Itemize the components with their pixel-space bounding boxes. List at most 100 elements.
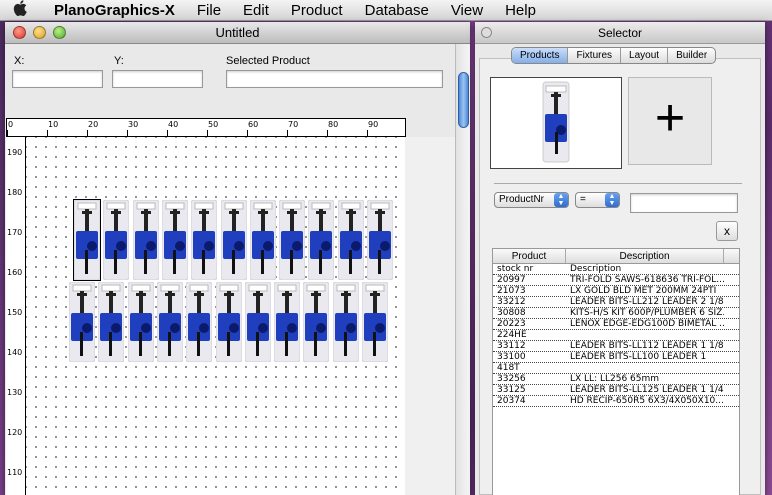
filter-operator-value: = bbox=[580, 194, 586, 205]
table-row[interactable]: 21073 LX GOLD BLD MET 200MM 24PTI bbox=[493, 286, 739, 297]
table-row[interactable]: 33112 LEADER BITS-LL112 LEADER 1 1/8... bbox=[493, 341, 739, 352]
table-row[interactable]: 33212 LEADER BITS-LL212 LEADER 2 1/8... bbox=[493, 297, 739, 308]
cell-description: LENOX EDGE-EDG100D BIMETAL ... bbox=[570, 319, 724, 329]
planogram-product[interactable] bbox=[220, 199, 247, 281]
planogram-product[interactable] bbox=[273, 281, 301, 363]
menu-app-name[interactable]: PlanoGraphics-X bbox=[40, 2, 186, 19]
x-label: X: bbox=[14, 55, 25, 67]
apple-logo-icon[interactable] bbox=[0, 0, 40, 21]
table-row[interactable]: 33125 LEADER BITS-LL125 LEADER 1 1/4... bbox=[493, 385, 739, 396]
menu-help[interactable]: Help bbox=[494, 2, 547, 19]
ruler-top: 0 10 20 30 40 50 60 70 80 90 bbox=[6, 118, 406, 137]
close-window-button[interactable] bbox=[13, 26, 26, 39]
selector-close-button[interactable] bbox=[481, 27, 492, 38]
planogram-product[interactable] bbox=[127, 281, 155, 363]
tab-builder[interactable]: Builder bbox=[668, 48, 715, 63]
table-row[interactable]: 20223 LENOX EDGE-EDG100D BIMETAL ... bbox=[493, 319, 739, 330]
planogram-product[interactable] bbox=[249, 199, 277, 281]
selector-tabs: Products Fixtures Layout Builder bbox=[511, 47, 717, 64]
cell-product: 33125 bbox=[497, 385, 526, 395]
planogram-product[interactable] bbox=[156, 281, 184, 363]
products-table[interactable]: Product Description stock nr Description 2… bbox=[492, 248, 740, 495]
planogram-product[interactable] bbox=[102, 199, 130, 281]
ruler-left-label: 160 bbox=[7, 268, 23, 277]
table-row[interactable]: 20997 TRI-FOLD SAWS-618636 TRI-FOL... bbox=[493, 275, 739, 286]
x-field[interactable] bbox=[12, 70, 103, 88]
planogram-product[interactable] bbox=[132, 199, 160, 281]
cell-product: 20374 bbox=[497, 396, 526, 406]
menu-edit[interactable]: Edit bbox=[232, 2, 280, 19]
y-label: Y: bbox=[114, 55, 124, 67]
planogram-product[interactable] bbox=[278, 199, 306, 281]
cell-product: 20223 bbox=[497, 319, 526, 329]
main-window-titlebar[interactable]: Untitled bbox=[5, 22, 470, 44]
filter-operator-select[interactable]: = ▲ ▼ bbox=[575, 192, 620, 208]
cell-description: LX LL: LL256 65mm bbox=[570, 374, 660, 384]
planogram-canvas[interactable] bbox=[26, 137, 405, 495]
ruler-top-label: 50 bbox=[208, 120, 219, 129]
table-row[interactable]: 30808 KITS-H/S KIT 600P/PLUMBER 6 SIZ... bbox=[493, 308, 739, 319]
planogram-product[interactable] bbox=[185, 281, 213, 363]
clear-filter-button[interactable]: x bbox=[716, 221, 738, 241]
planogram-product[interactable] bbox=[307, 199, 335, 281]
planogram-product[interactable] bbox=[73, 199, 101, 281]
scrollbar-thumb[interactable] bbox=[458, 72, 469, 128]
column-header-description[interactable]: Description bbox=[566, 249, 724, 263]
y-field[interactable] bbox=[112, 70, 203, 88]
cell-product: 33212 bbox=[497, 297, 526, 307]
tab-fixtures[interactable]: Fixtures bbox=[568, 48, 622, 63]
planogram-product[interactable] bbox=[361, 281, 389, 363]
ruler-tick bbox=[7, 130, 8, 136]
tab-products[interactable]: Products bbox=[512, 48, 569, 63]
selector-tab-content: + ProductNr ▲ ▼ = ▲ ▼ x Product Descriptio… bbox=[479, 58, 761, 495]
ruler-left-label: 140 bbox=[7, 348, 23, 357]
table-row[interactable]: stock nr Description bbox=[493, 264, 739, 275]
column-header-product[interactable]: Product bbox=[493, 249, 566, 263]
planogram-product[interactable] bbox=[302, 281, 330, 363]
planogram-product[interactable] bbox=[366, 199, 394, 281]
add-product-button[interactable]: + bbox=[628, 77, 712, 165]
ruler-tick bbox=[207, 130, 208, 136]
cell-description: LEADER BITS-LL100 LEADER 1 bbox=[570, 352, 707, 362]
main-window-body: X: Y: Selected Product 0 10 20 30 40 50 60 70 80… bbox=[5, 44, 455, 495]
menu-file[interactable]: File bbox=[186, 2, 232, 19]
table-row[interactable]: 418T bbox=[493, 363, 739, 374]
planogram-product[interactable] bbox=[97, 281, 125, 363]
selector-titlebar[interactable]: Selector bbox=[475, 22, 765, 44]
minimize-window-button[interactable] bbox=[33, 26, 46, 39]
table-row[interactable]: 33256 LX LL: LL256 65mm bbox=[493, 374, 739, 385]
table-body: stock nr Description 20997 TRI-FOLD SAWS-61… bbox=[493, 264, 739, 407]
table-row[interactable]: 33100 LEADER BITS-LL100 LEADER 1 bbox=[493, 352, 739, 363]
ruler-top-label: 0 bbox=[8, 120, 14, 129]
menu-bar: PlanoGraphics-X File Edit Product Databa… bbox=[0, 0, 772, 21]
planogram-product[interactable] bbox=[337, 199, 365, 281]
selector-title: Selector bbox=[597, 26, 643, 40]
window-title: Untitled bbox=[215, 25, 260, 40]
tab-layout[interactable]: Layout bbox=[621, 48, 669, 63]
menu-view[interactable]: View bbox=[440, 2, 494, 19]
plus-icon: + bbox=[654, 89, 686, 147]
zoom-window-button[interactable] bbox=[53, 26, 66, 39]
table-row[interactable]: 224HE bbox=[493, 330, 739, 341]
planogram-product[interactable] bbox=[190, 199, 218, 281]
cell-product: 30808 bbox=[497, 308, 526, 318]
planogram-product[interactable] bbox=[215, 281, 242, 363]
table-row[interactable]: 20374 HD RECIP-650R5 6X3/4X050X10... bbox=[493, 396, 739, 407]
filter-value-input[interactable] bbox=[630, 193, 738, 213]
ruler-left-label: 150 bbox=[7, 308, 23, 317]
filter-field-value: ProductNr bbox=[499, 194, 545, 205]
menu-database[interactable]: Database bbox=[354, 2, 440, 19]
filter-field-select[interactable]: ProductNr ▲ ▼ bbox=[494, 192, 569, 208]
menu-product[interactable]: Product bbox=[280, 2, 354, 19]
ruler-left-label: 170 bbox=[7, 228, 23, 237]
planogram-product[interactable] bbox=[68, 281, 96, 363]
selected-product-field[interactable] bbox=[226, 70, 443, 88]
planogram-product[interactable] bbox=[332, 281, 360, 363]
ruler-tick bbox=[287, 130, 288, 136]
cell-product: 33112 bbox=[497, 341, 526, 351]
ruler-top-label: 10 bbox=[48, 120, 59, 129]
vertical-scrollbar[interactable] bbox=[455, 44, 470, 495]
planogram-product[interactable] bbox=[161, 199, 189, 281]
ruler-top-label: 80 bbox=[328, 120, 339, 129]
planogram-product[interactable] bbox=[244, 281, 272, 363]
